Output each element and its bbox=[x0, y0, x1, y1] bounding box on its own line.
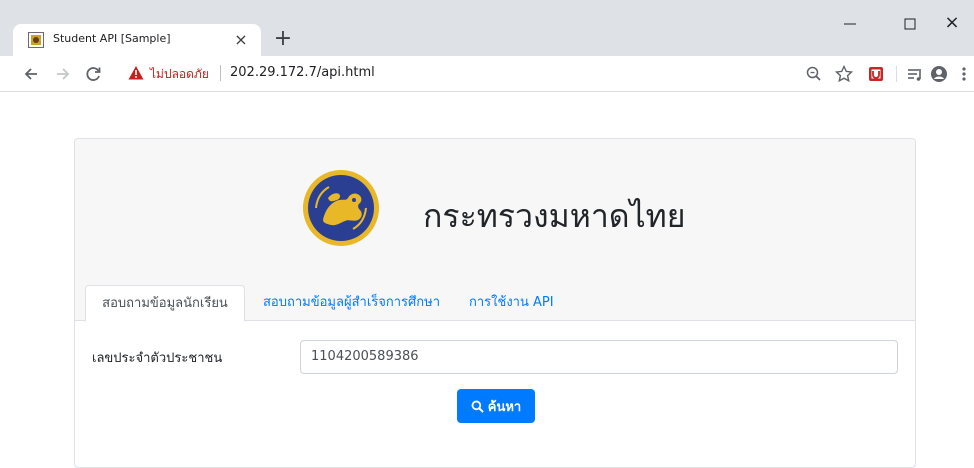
search-button-label: ค้นหา bbox=[487, 399, 522, 415]
tab-close-icon[interactable]: × bbox=[231, 30, 251, 50]
minimize-icon[interactable] bbox=[838, 12, 862, 36]
ministry-seal-icon bbox=[303, 170, 379, 246]
url-field[interactable]: 202.29.172.7/api.html bbox=[230, 65, 375, 80]
card-header: กระทรวงมหาดไทย สอบถามข้อมูลนักเรียน สอบถ… bbox=[75, 139, 915, 322]
tab-graduate-query[interactable]: สอบถามข้อมูลผู้สำเร็จการศึกษา bbox=[251, 285, 452, 322]
forward-icon[interactable] bbox=[52, 63, 74, 85]
search-button[interactable]: ค้นหา bbox=[457, 389, 535, 423]
ministry-title: กระทรวงมหาดไทย bbox=[423, 197, 686, 235]
browser-tab[interactable]: Student API [Sample] × bbox=[13, 24, 261, 56]
window-close-icon[interactable]: × bbox=[940, 12, 964, 36]
zoom-icon[interactable] bbox=[804, 64, 824, 84]
extension-icon[interactable] bbox=[866, 64, 886, 84]
warning-icon[interactable] bbox=[128, 65, 144, 81]
back-icon[interactable] bbox=[20, 63, 42, 85]
citizen-id-input[interactable]: 1104200589386 bbox=[300, 340, 898, 374]
new-tab-icon[interactable]: + bbox=[270, 27, 296, 53]
toolbar-divider bbox=[896, 66, 897, 82]
maximize-icon[interactable] bbox=[898, 12, 922, 36]
favicon-icon bbox=[28, 32, 44, 48]
security-status[interactable]: ไม่ปลอดภัย bbox=[150, 65, 209, 84]
tab-student-query[interactable]: สอบถามข้อมูลนักเรียน bbox=[85, 285, 245, 322]
reload-icon[interactable] bbox=[82, 63, 104, 85]
tab-api-usage[interactable]: การใช้งาน API bbox=[457, 285, 566, 322]
star-icon[interactable] bbox=[834, 64, 854, 84]
profile-icon[interactable] bbox=[929, 64, 949, 84]
search-icon bbox=[471, 400, 484, 413]
media-icon[interactable] bbox=[905, 64, 925, 84]
omnibox-divider bbox=[220, 65, 221, 81]
tab-title: Student API [Sample] bbox=[53, 32, 171, 45]
citizen-id-label: เลขประจำตัวประชาชน bbox=[92, 351, 223, 366]
browser-toolbar: ไม่ปลอดภัย 202.29.172.7/api.html bbox=[0, 56, 974, 92]
menu-icon[interactable] bbox=[954, 64, 974, 84]
main-card: กระทรวงมหาดไทย สอบถามข้อมูลนักเรียน สอบถ… bbox=[74, 138, 916, 468]
browser-tabstrip: Student API [Sample] × + × bbox=[0, 0, 974, 56]
